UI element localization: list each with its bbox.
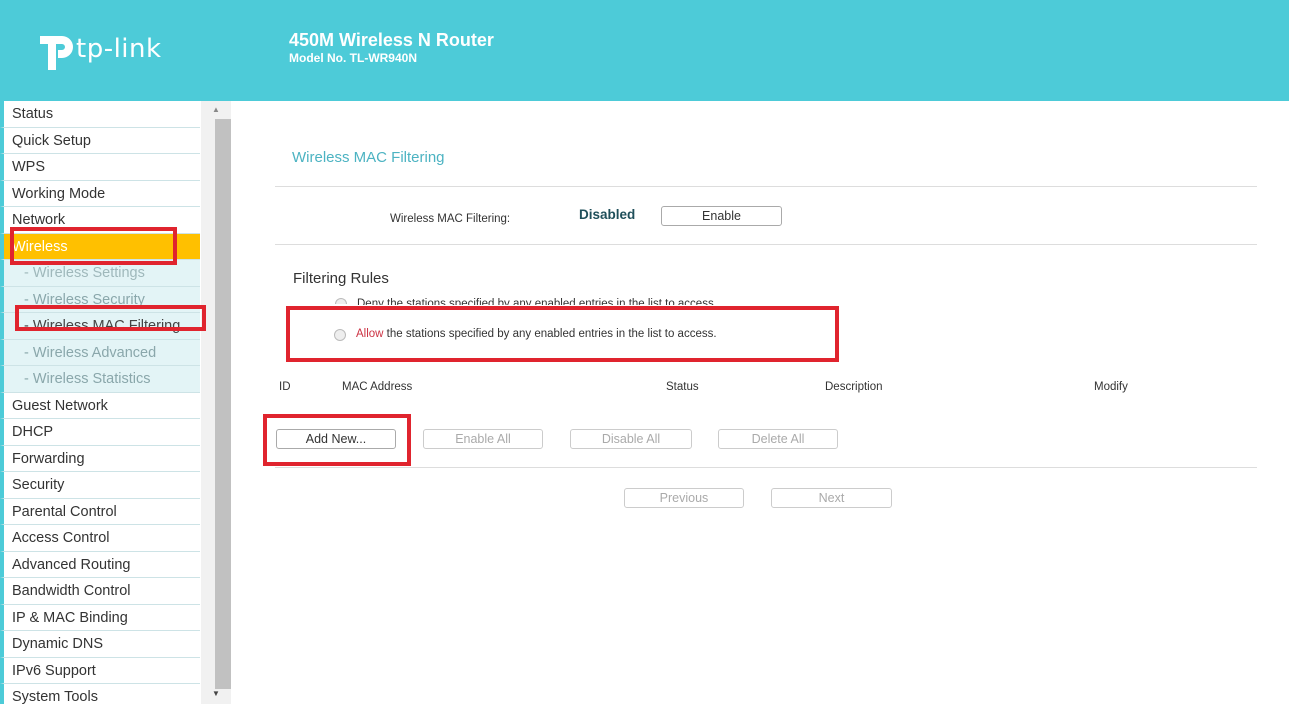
mac-filter-label: Wireless MAC Filtering:	[390, 213, 511, 225]
sidebar-item-dynamic-dns[interactable]: Dynamic DNS	[0, 631, 200, 658]
main-content: Wireless MAC Filtering Wireless MAC Filt…	[232, 101, 1289, 704]
highlight-wireless	[10, 227, 177, 265]
column-header-id: ID	[279, 381, 291, 393]
delete-all-button[interactable]: Delete All	[718, 429, 838, 449]
sidebar-menu: Status Quick Setup WPS Working Mode Netw…	[0, 101, 200, 704]
divider	[275, 244, 1257, 245]
divider	[275, 186, 1257, 187]
header: tp-link 450M Wireless N Router Model No.…	[0, 0, 1289, 101]
sidebar-subitem-wireless-statistics[interactable]: - Wireless Statistics	[0, 366, 200, 393]
column-header-modify: Modify	[1094, 381, 1128, 393]
mac-filter-status: Disabled	[579, 207, 636, 222]
highlight-filtering-rules	[286, 306, 839, 362]
tp-link-logo-icon	[40, 36, 73, 70]
sidebar-item-access-control[interactable]: Access Control	[0, 525, 200, 552]
tp-link-logo[interactable]: tp-link	[36, 24, 196, 74]
sidebar-item-security[interactable]: Security	[0, 472, 200, 499]
sidebar-item-quick-setup[interactable]: Quick Setup	[0, 127, 200, 154]
scroll-down-arrow-icon[interactable]: ▼	[201, 689, 231, 701]
page-title: Wireless MAC Filtering	[292, 149, 445, 166]
deny-radio[interactable]	[335, 298, 347, 304]
sidebar-subitem-wireless-advanced[interactable]: - Wireless Advanced	[0, 339, 200, 366]
scroll-up-arrow-icon[interactable]: ▲	[201, 105, 231, 117]
next-button[interactable]: Next	[771, 488, 892, 508]
sidebar-item-system-tools[interactable]: System Tools	[0, 684, 200, 704]
sidebar-item-advanced-routing[interactable]: Advanced Routing	[0, 551, 200, 578]
enable-button[interactable]: Enable	[661, 206, 782, 226]
column-header-description: Description	[825, 381, 883, 393]
previous-button[interactable]: Previous	[624, 488, 744, 508]
sidebar-item-forwarding[interactable]: Forwarding	[0, 445, 200, 472]
sidebar-item-ip-mac-binding[interactable]: IP & MAC Binding	[0, 604, 200, 631]
logo-text: tp-link	[76, 34, 162, 64]
filtering-rules-title: Filtering Rules	[293, 270, 389, 287]
sidebar-item-parental-control[interactable]: Parental Control	[0, 498, 200, 525]
enable-all-button[interactable]: Enable All	[423, 429, 543, 449]
disable-all-button[interactable]: Disable All	[570, 429, 692, 449]
column-header-mac-address: MAC Address	[342, 381, 413, 393]
sidebar-item-dhcp[interactable]: DHCP	[0, 419, 200, 446]
scrollbar-thumb[interactable]	[215, 119, 231, 689]
highlight-add-new	[263, 414, 411, 466]
highlight-wireless-mac-filtering	[15, 305, 206, 331]
product-name: 450M Wireless N Router	[289, 30, 494, 50]
sidebar-item-bandwidth-control[interactable]: Bandwidth Control	[0, 578, 200, 605]
sidebar-item-working-mode[interactable]: Working Mode	[0, 180, 200, 207]
sidebar-item-guest-network[interactable]: Guest Network	[0, 392, 200, 419]
column-header-status: Status	[666, 381, 699, 393]
sidebar-scrollbar[interactable]: ▲ ▼	[201, 101, 231, 704]
sidebar-item-ipv6-support[interactable]: IPv6 Support	[0, 657, 200, 684]
sidebar-item-status[interactable]: Status	[0, 101, 200, 128]
divider	[275, 467, 1257, 468]
model-number: Model No. TL-WR940N	[289, 51, 417, 65]
sidebar-item-wps[interactable]: WPS	[0, 154, 200, 181]
deny-rule-text: Deny the stations specified by any enabl…	[357, 298, 717, 305]
